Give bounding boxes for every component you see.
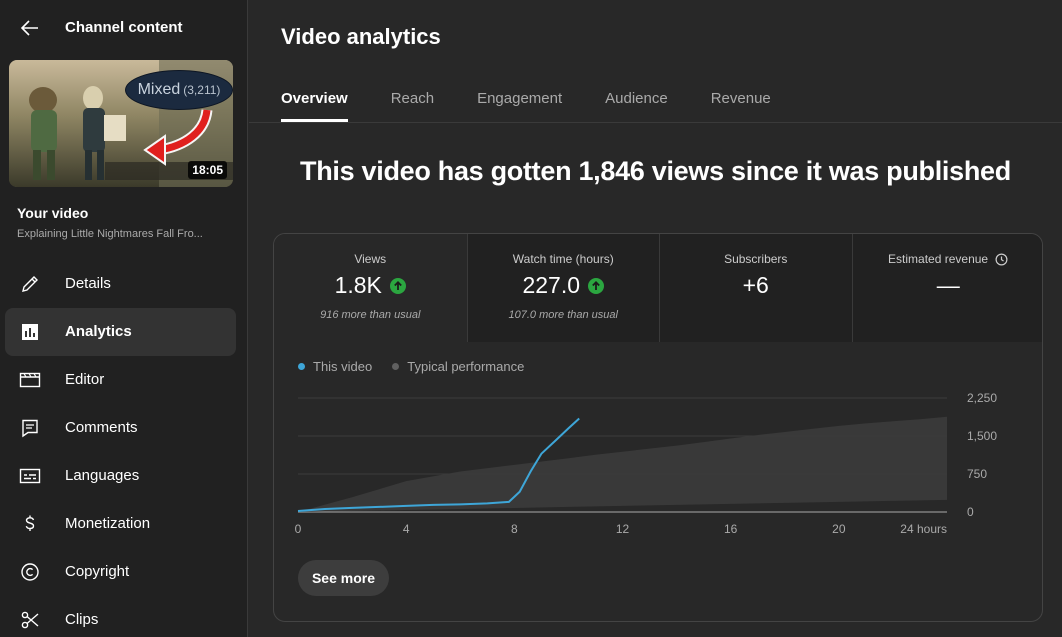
clock-icon: [995, 253, 1008, 266]
copyright-icon: [19, 561, 41, 583]
trend-up-icon: [389, 277, 406, 294]
tab-reach[interactable]: Reach: [391, 78, 434, 122]
tab-engagement[interactable]: Engagement: [477, 78, 562, 122]
metric-views[interactable]: Views 1.8K 916 more than usual: [274, 234, 467, 342]
sidebar-item-languages[interactable]: Languages: [5, 452, 236, 500]
sidebar-header: Channel content: [0, 0, 248, 56]
sidebar-nav: Details Analytics Editor Comments Langua…: [5, 260, 236, 637]
tab-overview[interactable]: Overview: [281, 78, 348, 122]
scissors-icon: [19, 609, 41, 631]
sidebar-item-label: Monetization: [65, 515, 151, 532]
trend-up-icon: [588, 277, 605, 294]
views-headline: This video has gotten 1,846 views since …: [300, 156, 1011, 186]
main-panel: Video analytics Overview Reach Engagemen…: [249, 0, 1062, 637]
sidebar-item-label: Languages: [65, 467, 140, 484]
metric-note: 916 more than usual: [320, 309, 421, 321]
metric-value: 1.8K: [334, 272, 382, 298]
sidebar-item-label: Comments: [65, 419, 138, 436]
legend-label: This video: [313, 359, 373, 374]
analytics-icon: [19, 321, 41, 343]
see-more-button[interactable]: See more: [298, 560, 389, 596]
views-chart: 2,250 1,500 750 0 0 4 8 12 16 20 24 hours: [295, 391, 998, 536]
badge-word: Mixed: [137, 81, 181, 98]
video-title: Explaining Little Nightmares Fall Fro...: [17, 228, 203, 240]
sidebar-item-editor[interactable]: Editor: [5, 356, 236, 404]
metric-label: Estimated revenue: [853, 252, 1043, 266]
your-video-label: Your video: [17, 205, 89, 221]
y-tick-label: 2,250: [967, 391, 997, 405]
tab-bar: Overview Reach Engagement Audience Reven…: [281, 78, 814, 122]
editor-icon: [19, 369, 41, 391]
sidebar-item-clips[interactable]: Clips: [5, 596, 236, 637]
x-tick-label: 4: [403, 522, 410, 536]
metric-note: 107.0 more than usual: [508, 309, 618, 321]
x-tick-label: 16: [724, 522, 738, 536]
metric-label-text: Estimated revenue: [888, 252, 989, 266]
sidebar-item-label: Editor: [65, 371, 105, 388]
y-tick-label: 1,500: [967, 429, 997, 443]
metric-subscribers[interactable]: Subscribers +6: [659, 234, 852, 342]
metric-label: Subscribers: [724, 252, 788, 266]
video-duration: 18:05: [188, 161, 227, 179]
tab-audience[interactable]: Audience: [605, 78, 668, 122]
sidebar-item-analytics[interactable]: Analytics: [5, 308, 236, 356]
tabs-divider: [249, 122, 1062, 123]
metric-label: Watch time (hours): [512, 252, 614, 266]
mixed-badge: Mixed (3,211): [125, 70, 233, 110]
chart-legend: This video Typical performance: [298, 359, 544, 374]
x-tick-label: 20: [832, 522, 846, 536]
sidebar-item-details[interactable]: Details: [5, 260, 236, 308]
sidebar: Channel content Mixed (3,211) 18:05 Your…: [0, 0, 248, 637]
metric-watch-time[interactable]: Watch time (hours) 227.0 107.0 more than…: [466, 234, 659, 342]
sidebar-item-monetization[interactable]: Monetization: [5, 500, 236, 548]
metric-value: —: [936, 272, 960, 298]
sidebar-item-label: Clips: [65, 611, 99, 628]
pencil-icon: [19, 273, 41, 295]
dollar-icon: [19, 513, 41, 535]
tab-revenue[interactable]: Revenue: [711, 78, 771, 122]
sidebar-item-label: Analytics: [65, 323, 132, 340]
analytics-card: Views 1.8K 916 more than usual Watch tim…: [273, 233, 1043, 622]
legend-label: Typical performance: [407, 359, 525, 374]
back-arrow-icon[interactable]: [16, 14, 44, 42]
y-tick-label: 750: [967, 467, 987, 481]
metric-value: 227.0: [522, 272, 581, 298]
x-tick-label: 0: [295, 522, 302, 536]
legend-dot-typical: [392, 363, 400, 370]
sidebar-item-copyright[interactable]: Copyright: [5, 548, 236, 596]
metric-revenue[interactable]: Estimated revenue —: [851, 234, 1043, 342]
sidebar-item-label: Details: [65, 275, 111, 292]
page-title: Video analytics: [281, 24, 441, 49]
metric-value: +6: [742, 272, 769, 298]
typical-performance-band: [298, 416, 947, 512]
sidebar-item-label: Copyright: [65, 563, 130, 580]
sidebar-title: Channel content: [65, 19, 183, 36]
x-tick-label: 8: [511, 522, 518, 536]
x-tick-label: 24 hours: [900, 522, 947, 536]
metric-label: Views: [354, 252, 387, 266]
x-tick-label: 12: [616, 522, 630, 536]
sidebar-item-comments[interactable]: Comments: [5, 404, 236, 452]
legend-typical: Typical performance: [392, 359, 524, 374]
y-tick-label: 0: [967, 505, 974, 519]
legend-this-video: This video: [298, 359, 372, 374]
metric-tabs: Views 1.8K 916 more than usual Watch tim…: [274, 234, 1043, 342]
badge-count: (3,211): [183, 83, 221, 97]
languages-icon: [19, 465, 41, 487]
legend-dot-this-video: [298, 363, 305, 370]
video-thumbnail[interactable]: Mixed (3,211) 18:05: [9, 60, 233, 187]
comments-icon: [19, 417, 41, 439]
